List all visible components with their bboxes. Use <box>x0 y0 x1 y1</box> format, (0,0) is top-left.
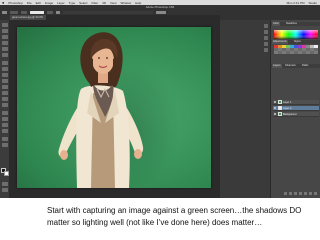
woman-portrait-illustration <box>58 32 180 188</box>
brush-tool-icon[interactable] <box>2 67 8 71</box>
adjustment-icons-grid <box>274 45 318 59</box>
new-group-icon[interactable] <box>304 192 307 195</box>
menu-item-select[interactable]: Select <box>79 1 87 5</box>
tab-paths[interactable]: Paths <box>301 64 310 68</box>
gradient-tool-icon[interactable] <box>2 91 8 95</box>
menu-item-edit[interactable]: Edit <box>36 1 41 5</box>
flow-dropdown[interactable] <box>47 10 53 14</box>
add-style-icon[interactable] <box>289 192 292 195</box>
clone-stamp-tool-icon[interactable] <box>2 73 8 77</box>
brush-panel-icon[interactable] <box>264 42 268 46</box>
layer-name: Layer 1 <box>283 100 292 104</box>
menu-item-window[interactable]: Window <box>120 1 131 5</box>
brush-size-control[interactable] <box>10 10 18 14</box>
layer-row[interactable]: Background <box>273 112 319 117</box>
screen-mode-icon[interactable] <box>2 188 8 192</box>
tab-channels[interactable]: Channels <box>284 64 297 68</box>
pen-tool-icon[interactable] <box>2 111 8 115</box>
adjustments-panel-tabs: Adjustments Styles <box>271 40 320 44</box>
link-layers-icon[interactable] <box>284 192 287 195</box>
layer-thumbnail <box>277 106 282 110</box>
tab-styles[interactable]: Styles <box>293 40 302 44</box>
mode-dropdown[interactable] <box>21 10 27 14</box>
menu-bar-status: Mon 2:41 PM Studio <box>287 1 320 5</box>
layer-thumbnail <box>277 100 282 104</box>
layer-thumbnail <box>277 112 282 116</box>
new-adjustment-icon[interactable] <box>299 192 302 195</box>
shape-tool-icon[interactable] <box>2 129 8 133</box>
new-layer-icon[interactable] <box>309 192 312 195</box>
blur-tool-icon[interactable] <box>2 97 8 101</box>
color-panel-tabs: Color Swatches <box>271 22 320 26</box>
opacity-field[interactable] <box>30 10 44 14</box>
document-canvas-area[interactable] <box>10 20 220 198</box>
photoshop-screenshot: ● Photoshop File Edit Image Layer Type S… <box>0 0 320 198</box>
healing-brush-tool-icon[interactable] <box>2 61 8 65</box>
tools-panel <box>0 20 10 198</box>
menu-item-photoshop[interactable]: Photoshop <box>8 1 22 5</box>
move-tool-icon[interactable] <box>2 23 8 27</box>
dodge-tool-icon[interactable] <box>2 103 8 107</box>
menu-item-file[interactable]: File <box>27 1 32 5</box>
eraser-tool-icon[interactable] <box>2 85 8 89</box>
collapsed-panel-dock <box>220 20 270 198</box>
green-screen-photo[interactable] <box>17 27 211 188</box>
lasso-tool-icon[interactable] <box>2 35 8 39</box>
app-title-and-options-bar: Adobe Photoshop CS6 green-screen.jpg @ 3… <box>0 5 320 20</box>
layer-row[interactable]: Layer 2 <box>273 106 319 111</box>
tab-layers[interactable]: Layers <box>272 64 282 68</box>
right-panels: Color Swatches Adjustments Styles Layers… <box>270 20 320 198</box>
menu-item-type[interactable]: Type <box>69 1 76 5</box>
tool-preset-picker[interactable] <box>2 10 7 14</box>
color-spectrum-ramp[interactable] <box>274 30 318 39</box>
layer-row[interactable]: Layer 1 <box>273 100 319 105</box>
menu-item-image[interactable]: Image <box>45 1 53 5</box>
eye-icon[interactable] <box>274 107 276 109</box>
history-panel-icon[interactable] <box>264 24 268 28</box>
user-name[interactable]: Studio <box>308 1 317 5</box>
zoom-tool-icon[interactable] <box>2 143 8 147</box>
add-mask-icon[interactable] <box>294 192 297 195</box>
eye-icon[interactable] <box>274 101 276 103</box>
tab-color[interactable]: Color <box>272 22 280 26</box>
character-panel-icon[interactable] <box>264 48 268 52</box>
quick-mask-icon[interactable] <box>2 182 8 186</box>
layer-name: Background <box>283 112 297 116</box>
menu-item-3d[interactable]: 3D <box>102 1 106 5</box>
type-tool-icon[interactable] <box>2 117 8 121</box>
history-brush-tool-icon[interactable] <box>2 79 8 83</box>
clock-text: Mon 2:41 PM <box>286 0 305 5</box>
background-color-swatch[interactable] <box>4 171 9 176</box>
caption-line-1: Start with capturing an image against a … <box>47 206 302 215</box>
menu-item-help[interactable]: Help <box>135 1 141 5</box>
hand-tool-icon[interactable] <box>2 137 8 141</box>
quick-select-tool-icon[interactable] <box>2 41 8 45</box>
eye-icon[interactable] <box>274 113 276 115</box>
airbrush-toggle[interactable] <box>56 10 60 14</box>
tab-adjustments[interactable]: Adjustments <box>272 40 288 44</box>
workspace-switcher[interactable] <box>156 10 166 14</box>
path-selection-tool-icon[interactable] <box>2 123 8 127</box>
layers-panel-buttons <box>273 192 319 196</box>
slide-caption: Start with capturing an image against a … <box>47 205 315 229</box>
layer-name: Layer 2 <box>283 106 292 110</box>
properties-panel-icon[interactable] <box>264 30 268 34</box>
trash-icon[interactable] <box>314 192 317 195</box>
menu-item-layer[interactable]: Layer <box>57 1 65 5</box>
tab-swatches[interactable]: Swatches <box>285 22 298 26</box>
layers-panel-tabs: Layers Channels Paths <box>271 64 320 68</box>
info-panel-icon[interactable] <box>264 36 268 40</box>
caption-line-2: matter so lighting well (not like I’ve d… <box>47 218 263 227</box>
menu-item-view[interactable]: View <box>110 1 116 5</box>
options-spacer <box>63 10 153 14</box>
crop-tool-icon[interactable] <box>2 47 8 51</box>
marquee-tool-icon[interactable] <box>2 29 8 33</box>
menu-item-filter[interactable]: Filter <box>92 1 99 5</box>
eyedropper-tool-icon[interactable] <box>2 53 8 57</box>
